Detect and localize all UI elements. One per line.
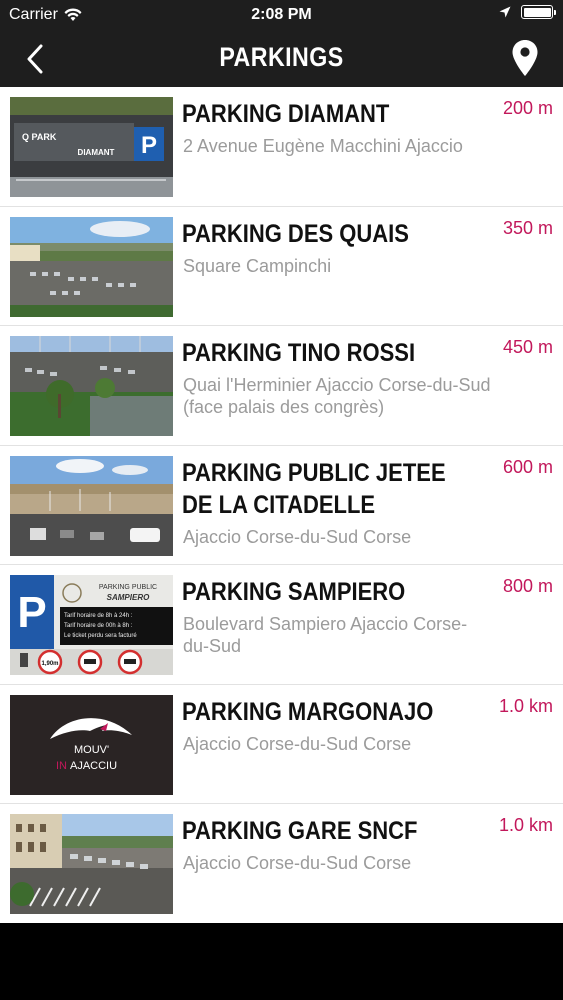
navigation-bar: PARKINGS (0, 30, 563, 87)
parking-distance: 600 m (502, 456, 553, 477)
parking-distance: 350 m (502, 217, 553, 238)
parking-thumbnail (10, 455, 173, 556)
parking-distance: 1.0 km (498, 695, 553, 716)
parking-thumbnail: P Q PARK DIAMANT (10, 97, 173, 197)
svg-text:1,90m: 1,90m (41, 661, 58, 667)
parking-distance: 1.0 km (498, 815, 553, 835)
parking-name: PARKING GARE SNCF (182, 817, 418, 845)
svg-text:SAMPIERO: SAMPIERO (107, 593, 150, 602)
svg-text:Tarif horaire de 8h à 24h :: Tarif horaire de 8h à 24h : (64, 613, 133, 619)
svg-text:Q PARK: Q PARK (22, 132, 57, 142)
svg-text:DIAMANT: DIAMANT (78, 148, 115, 157)
parking-name: PARKING DIAMANT (182, 100, 390, 128)
location-arrow-icon (499, 6, 511, 18)
parking-address: Quai l'Herminier Ajaccio Corse-du-Sud (f… (183, 375, 491, 417)
parking-address: Square Campinchi (183, 255, 332, 276)
status-bar: Carrier 2:08 PM (0, 0, 563, 30)
svg-text:IN: IN (56, 760, 67, 772)
parking-thumbnail (10, 216, 173, 317)
parking-distance: 800 m (502, 576, 553, 596)
bottom-empty-area (0, 923, 563, 1000)
parking-address: Boulevard Sampiero Ajaccio Corse-du-Sud (183, 614, 468, 656)
parking-row[interactable]: PARKING GARE SNCF Ajaccio Corse-du-Sud C… (0, 804, 563, 924)
status-right (499, 5, 556, 19)
svg-text:P: P (141, 132, 157, 159)
parking-address: 2 Avenue Eugène Macchini Ajaccio (183, 136, 463, 156)
page-title: PARKINGS (219, 42, 344, 72)
parking-row[interactable]: PARKING DES QUAIS Square Campinchi 350 m (0, 207, 563, 326)
battery-fill (523, 7, 551, 17)
svg-text:MOUV': MOUV' (74, 744, 109, 756)
parking-address: Ajaccio Corse-du-Sud Corse (183, 853, 412, 873)
parking-row[interactable]: PARKING PUBLIC JETEE DE LA CITADELLE Aja… (0, 446, 563, 565)
parking-row[interactable]: P PARKING PUBLIC SAMPIERO Tarif horaire … (0, 565, 563, 685)
svg-text:Le ticket perdu sera facturé: Le ticket perdu sera facturé (64, 633, 137, 639)
svg-text:AJACCIU: AJACCIU (70, 760, 117, 772)
parking-address: Ajaccio Corse-du-Sud Corse (183, 526, 412, 547)
parking-name: PARKING SAMPIERO (182, 578, 406, 606)
parking-address: Ajaccio Corse-du-Sud Corse (183, 733, 412, 754)
svg-text:Tarif horaire de 00h à 8h :: Tarif horaire de 00h à 8h : (64, 623, 133, 629)
parking-row[interactable]: P Q PARK DIAMANT PARKING DIAMANT 2 Avenu… (0, 87, 563, 207)
svg-text:PARKING PUBLIC: PARKING PUBLIC (99, 584, 157, 591)
parking-name: PARKING DES QUAIS (182, 219, 409, 248)
parking-thumbnail (10, 336, 173, 436)
parking-thumbnail: MOUV' IN AJACCIU (10, 694, 173, 795)
parking-row[interactable]: PARKING TINO ROSSI Quai l'Herminier Ajac… (0, 326, 563, 446)
parking-row[interactable]: MOUV' IN AJACCIU PARKING MARGONAJO Ajacc… (0, 685, 563, 804)
parking-distance: 450 m (502, 337, 553, 357)
parking-name: PARKING PUBLIC JETEE DE LA CITADELLE (182, 458, 446, 519)
parking-thumbnail (10, 814, 173, 914)
status-time: 2:08 PM (251, 6, 312, 23)
parking-name: PARKING MARGONAJO (182, 697, 434, 726)
parking-distance: 200 m (502, 98, 553, 118)
battery-icon (521, 5, 556, 19)
svg-text:P: P (17, 588, 46, 637)
parking-thumbnail: P PARKING PUBLIC SAMPIERO Tarif horaire … (10, 575, 173, 675)
map-button[interactable] (511, 39, 539, 77)
map-pin-icon (512, 40, 538, 76)
parking-list: P Q PARK DIAMANT PARKING DIAMANT 2 Avenu… (0, 87, 563, 924)
parking-name: PARKING TINO ROSSI (182, 339, 416, 367)
